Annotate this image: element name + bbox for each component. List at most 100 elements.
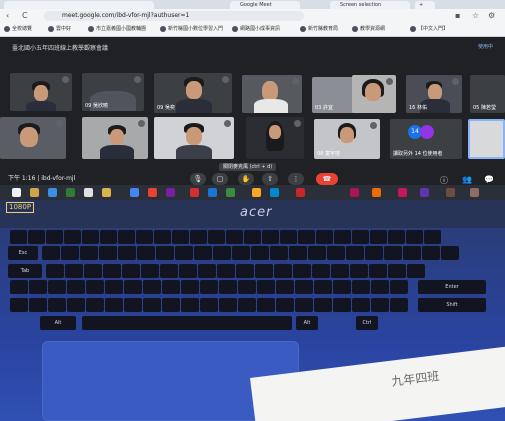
hangup-button[interactable]: ☎	[316, 173, 338, 185]
app-icon[interactable]	[252, 188, 261, 197]
keyboard-key[interactable]	[312, 264, 330, 278]
bookmark-item[interactable]: 教學資源網	[352, 25, 385, 34]
raise-hand-button[interactable]: ✋	[238, 173, 254, 185]
keyboard-key[interactable]	[274, 264, 292, 278]
participant-tile[interactable]	[154, 117, 234, 159]
keyboard-key[interactable]	[334, 230, 351, 244]
chat-icon[interactable]: 💬	[484, 175, 494, 184]
mic-button[interactable]: 🎙	[190, 173, 206, 185]
participant-tile[interactable]	[352, 75, 396, 113]
keyboard-key[interactable]	[232, 246, 250, 260]
keyboard-key[interactable]	[103, 264, 121, 278]
app-icon[interactable]	[372, 188, 381, 197]
keyboard-key[interactable]	[255, 264, 273, 278]
keyboard-key[interactable]: Shift	[418, 298, 486, 312]
self-view-tile[interactable]	[468, 119, 505, 159]
url-field[interactable]: meet.google.com/ibd-vfor-mjl?authuser=1	[44, 11, 304, 21]
keyboard-key[interactable]	[156, 246, 174, 260]
keyboard-key[interactable]	[67, 298, 85, 312]
app-icon[interactable]	[296, 188, 305, 197]
keyboard-key[interactable]	[124, 298, 142, 312]
keyboard-key[interactable]	[316, 230, 333, 244]
keyboard-key[interactable]	[308, 246, 326, 260]
keyboard-key[interactable]	[48, 280, 66, 294]
keyboard-key[interactable]	[67, 280, 85, 294]
keyboard-key[interactable]	[280, 230, 297, 244]
keyboard-key[interactable]	[198, 264, 216, 278]
keyboard-key[interactable]	[219, 280, 237, 294]
keyboard-key[interactable]	[143, 280, 161, 294]
keyboard-key[interactable]	[181, 280, 199, 294]
app-icon[interactable]	[420, 188, 429, 197]
participant-tile[interactable]	[10, 73, 72, 111]
keyboard-key[interactable]: Alt	[40, 316, 76, 330]
bookmark-item[interactable]: 【中文入門】	[410, 25, 448, 34]
keyboard-key[interactable]	[352, 280, 370, 294]
keyboard-key[interactable]	[118, 230, 135, 244]
keyboard-key[interactable]	[141, 264, 159, 278]
keyboard-key[interactable]	[236, 264, 254, 278]
keyboard-key[interactable]	[295, 298, 313, 312]
keyboard-key[interactable]	[100, 230, 117, 244]
keyboard-key[interactable]	[219, 298, 237, 312]
keyboard-key[interactable]	[370, 230, 387, 244]
keyboard-key[interactable]: Enter	[418, 280, 486, 294]
spacebar[interactable]	[82, 316, 292, 330]
app-icon[interactable]	[398, 188, 407, 197]
keyboard-key[interactable]	[251, 246, 269, 260]
keyboard-key[interactable]	[298, 230, 315, 244]
bookmark-star-icon[interactable]: ☆	[472, 11, 479, 21]
keyboard-key[interactable]: Ctrl	[356, 316, 378, 330]
more-participants-tile[interactable]: 14 讀取另外 14 位使用者	[390, 119, 462, 159]
keyboard-key[interactable]	[314, 280, 332, 294]
participant-tile[interactable]	[242, 75, 302, 113]
edge-icon[interactable]	[48, 188, 57, 197]
people-icon[interactable]: 👥	[462, 175, 472, 184]
keyboard-key[interactable]	[293, 264, 311, 278]
participant-tile[interactable]	[0, 117, 66, 159]
keyboard-key[interactable]	[143, 298, 161, 312]
reload-icon[interactable]: C	[22, 11, 28, 21]
keyboard-key[interactable]	[80, 246, 98, 260]
keyboard-key[interactable]	[238, 280, 256, 294]
keyboard-key[interactable]	[422, 246, 440, 260]
app-icon[interactable]	[190, 188, 199, 197]
keyboard-key[interactable]	[369, 264, 387, 278]
keyboard-key[interactable]	[162, 280, 180, 294]
keyboard-key[interactable]	[390, 280, 408, 294]
keyboard-key[interactable]	[172, 230, 189, 244]
bookmark-item[interactable]: 網路國小成事資訊	[232, 25, 280, 34]
app-icon[interactable]	[208, 188, 217, 197]
keyboard-key[interactable]	[276, 298, 294, 312]
participant-tile[interactable]: 08 童宇瑄	[314, 119, 380, 159]
keyboard-key[interactable]	[136, 230, 153, 244]
keyboard-key[interactable]	[160, 264, 178, 278]
app-icon[interactable]	[270, 188, 279, 197]
keyboard-key[interactable]	[10, 298, 28, 312]
keyboard-key[interactable]	[350, 264, 368, 278]
folder-icon[interactable]	[102, 188, 111, 197]
keyboard-key[interactable]	[122, 264, 140, 278]
browser-tab[interactable]: Google Meet	[230, 1, 300, 9]
keyboard-key[interactable]	[217, 264, 235, 278]
keyboard-key[interactable]	[314, 298, 332, 312]
bookmark-item[interactable]: 雲中好	[48, 25, 71, 34]
keyboard-key[interactable]	[82, 230, 99, 244]
camera-button[interactable]: ▢	[212, 173, 228, 185]
back-icon[interactable]: ‹	[6, 11, 9, 21]
keyboard-key[interactable]	[175, 246, 193, 260]
keyboard-key[interactable]	[244, 230, 261, 244]
cast-icon[interactable]: ▪	[455, 11, 460, 21]
excel-icon[interactable]	[66, 188, 75, 197]
account-label[interactable]: 使用中	[478, 43, 493, 50]
present-button[interactable]: ⇧	[262, 173, 278, 185]
keyboard-key[interactable]	[64, 230, 81, 244]
app-icon[interactable]	[446, 188, 455, 197]
participant-tile[interactable]: 16 林佑	[406, 75, 462, 113]
keyboard-key[interactable]	[333, 298, 351, 312]
app-icon[interactable]	[470, 188, 479, 197]
keyboard-key[interactable]	[179, 264, 197, 278]
chrome-icon[interactable]	[130, 188, 139, 197]
keyboard-key[interactable]	[154, 230, 171, 244]
keyboard-key[interactable]	[48, 298, 66, 312]
